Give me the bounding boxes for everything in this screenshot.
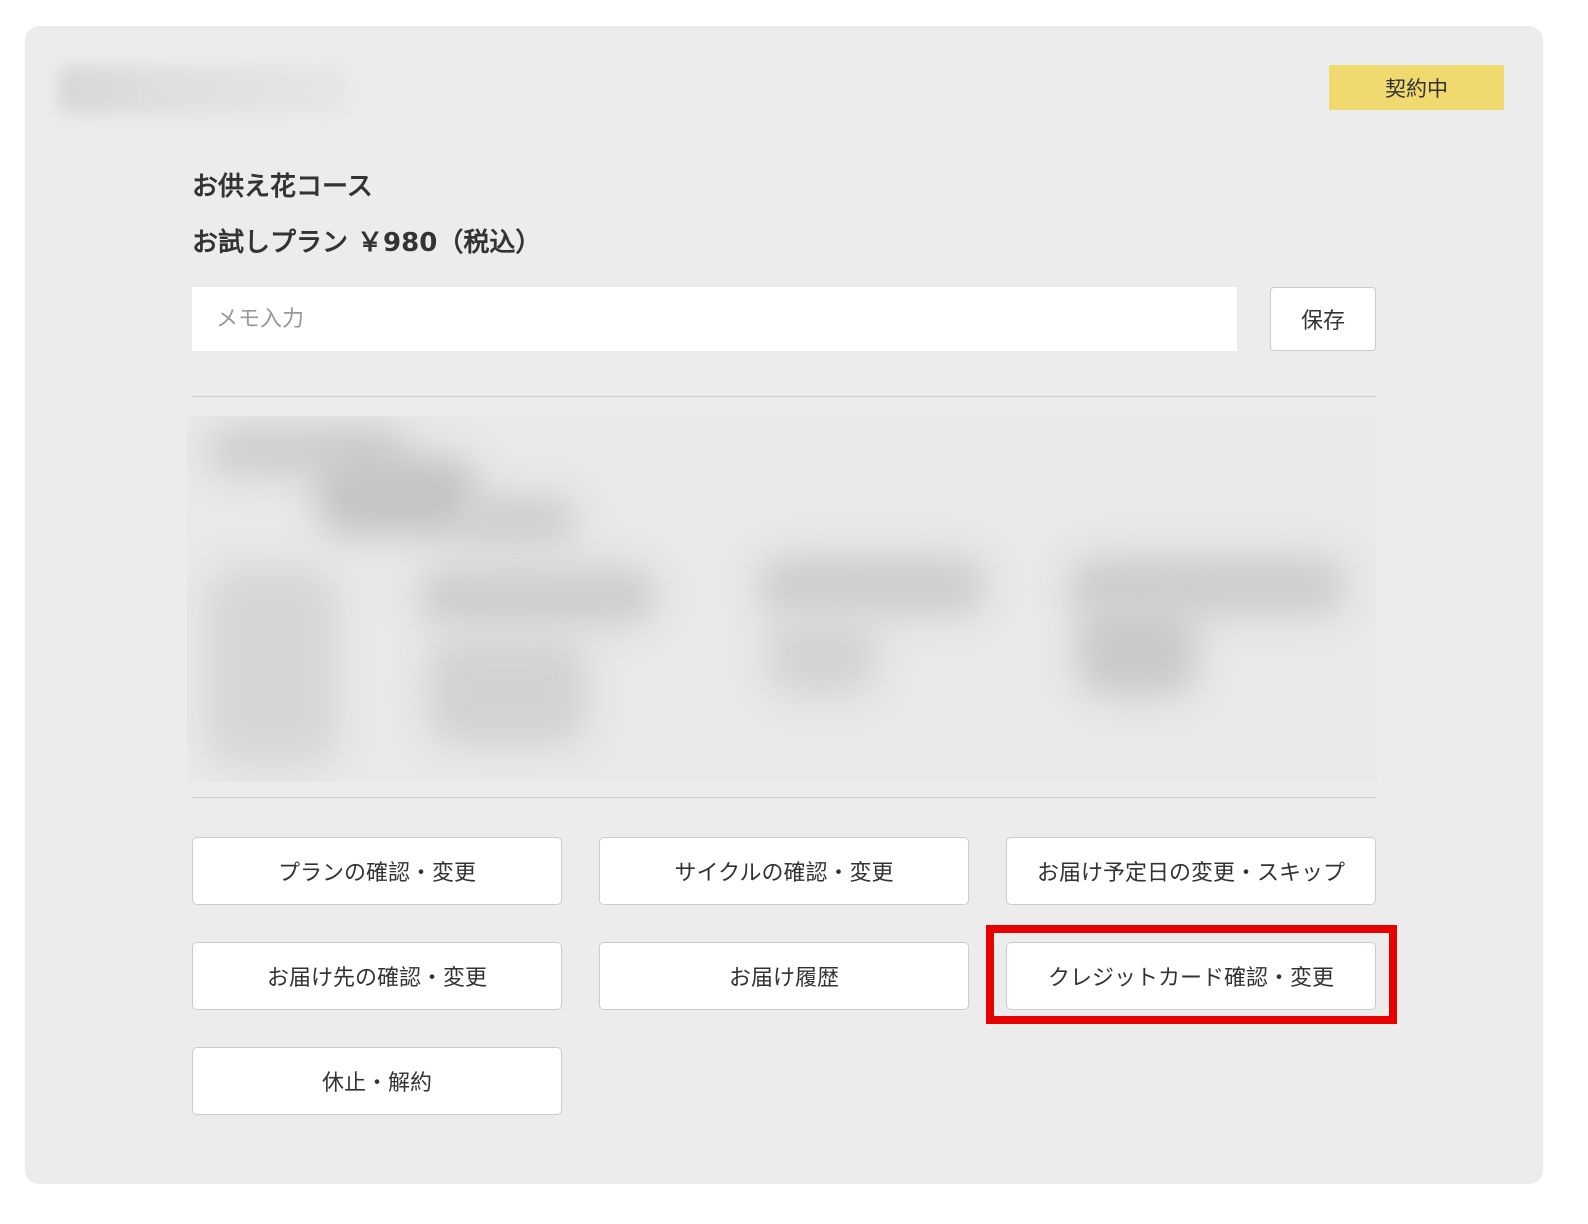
blurred-block xyxy=(317,456,477,536)
pause-cancel-button[interactable]: 休止・解約 xyxy=(192,1047,562,1115)
blurred-subscription-id xyxy=(58,66,348,114)
blurred-block xyxy=(1077,606,1197,696)
plan-change-button[interactable]: プランの確認・変更 xyxy=(192,837,562,905)
blurred-block xyxy=(417,566,657,626)
save-button[interactable]: 保存 xyxy=(1270,287,1376,351)
blurred-block xyxy=(427,636,587,746)
memo-input[interactable] xyxy=(192,287,1237,351)
divider-top xyxy=(192,396,1376,397)
blurred-order-details xyxy=(187,416,1377,782)
course-name: お供え花コース xyxy=(192,172,373,202)
blurred-block xyxy=(207,566,337,766)
blurred-block xyxy=(457,496,577,546)
blurred-block xyxy=(767,616,877,696)
delivery-date-skip-button[interactable]: お届け予定日の変更・スキップ xyxy=(1006,837,1376,905)
credit-card-button[interactable]: クレジットカード確認・変更 xyxy=(1006,942,1376,1010)
divider-bottom xyxy=(192,797,1376,798)
status-badge: 契約中 xyxy=(1329,65,1504,110)
delivery-history-button[interactable]: お届け履歴 xyxy=(599,942,969,1010)
blurred-block xyxy=(757,556,987,616)
plan-price: お試しプラン ￥980（税込） xyxy=(192,228,542,258)
delivery-address-button[interactable]: お届け先の確認・変更 xyxy=(192,942,562,1010)
cycle-change-button[interactable]: サイクルの確認・変更 xyxy=(599,837,969,905)
